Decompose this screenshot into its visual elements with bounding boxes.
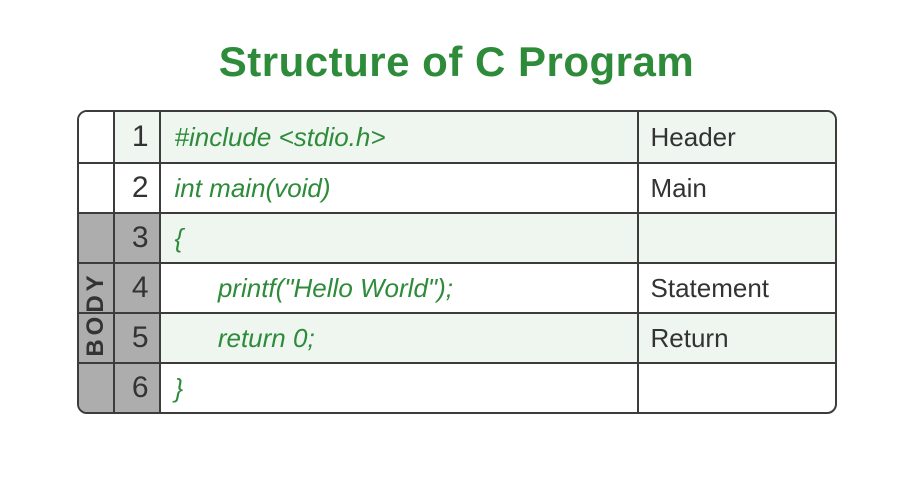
code-cell: return 0; [161, 314, 639, 362]
code-cell: printf("Hello World"); [161, 264, 639, 312]
code-cell: #include <stdio.h> [161, 112, 639, 162]
part-label: Return [639, 314, 835, 362]
body-label-cell: BODY [79, 214, 115, 262]
line-number: 6 [115, 364, 161, 412]
table-row: 6 } [79, 362, 835, 412]
table-row: 1 #include <stdio.h> Header [79, 112, 835, 162]
part-label: Statement [639, 264, 835, 312]
structure-table: 1 #include <stdio.h> Header 2 int main(v… [77, 110, 837, 414]
line-number: 2 [115, 164, 161, 212]
line-number: 3 [115, 214, 161, 262]
table-row: 4 printf("Hello World"); Statement [79, 262, 835, 312]
code-cell: } [161, 364, 639, 412]
code-cell: int main(void) [161, 164, 639, 212]
body-column-spacer [79, 112, 115, 162]
diagram-title: Structure of C Program [219, 38, 694, 86]
body-column-spacer [79, 164, 115, 212]
line-number: 4 [115, 264, 161, 312]
part-label [639, 214, 835, 262]
table-row: 5 return 0; Return [79, 312, 835, 362]
line-number: 1 [115, 112, 161, 162]
body-label-text: BODY [82, 271, 110, 356]
table-row: BODY 3 { [79, 212, 835, 262]
table-row: 2 int main(void) Main [79, 162, 835, 212]
code-cell: { [161, 214, 639, 262]
part-label: Header [639, 112, 835, 162]
part-label: Main [639, 164, 835, 212]
body-column-spacer [79, 364, 115, 412]
part-label [639, 364, 835, 412]
line-number: 5 [115, 314, 161, 362]
